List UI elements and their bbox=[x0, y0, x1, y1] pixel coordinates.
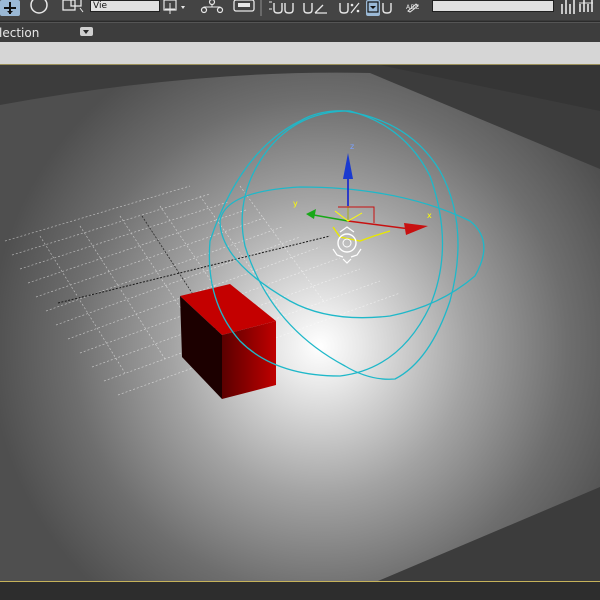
spinner-icon bbox=[367, 1, 379, 13]
scale-box-icon bbox=[62, 0, 84, 13]
edit-named-selection-button[interactable] bbox=[380, 0, 394, 16]
move-arrows-icon bbox=[4, 2, 16, 14]
select-and-link-button[interactable] bbox=[198, 0, 226, 16]
align-bars-icon bbox=[561, 0, 593, 14]
chevron-down-icon bbox=[83, 30, 89, 34]
ground-plane bbox=[0, 72, 600, 581]
ribbon-tab-strip bbox=[0, 42, 600, 65]
ribbon-panel: lection bbox=[0, 22, 600, 43]
percent-snap-icon bbox=[339, 2, 360, 14]
percent-snap-button[interactable] bbox=[336, 0, 362, 16]
keyboard-icon bbox=[233, 0, 255, 12]
status-bar bbox=[0, 582, 600, 600]
magnet-snap-icon bbox=[269, 1, 294, 14]
rotate-circle-icon bbox=[30, 0, 48, 14]
hierarchy-link-icon bbox=[200, 0, 224, 14]
ribbon-expand-button[interactable] bbox=[80, 27, 93, 36]
axis-x-label: x bbox=[427, 211, 432, 220]
toolbar-separator bbox=[260, 0, 262, 16]
select-and-rotate-button[interactable] bbox=[28, 0, 50, 16]
axis-y-label: y bbox=[293, 199, 298, 208]
spinner-snap-button[interactable] bbox=[366, 0, 380, 16]
ribbon-panel-label: lection bbox=[0, 26, 40, 40]
spell-check-label: ABC bbox=[406, 4, 420, 11]
select-and-move-button[interactable] bbox=[0, 0, 20, 16]
mirror-align-button[interactable] bbox=[558, 0, 600, 16]
viewport-scene: z y x bbox=[0, 65, 600, 581]
named-selection-sets-field[interactable] bbox=[432, 0, 554, 12]
angle-snap-icon bbox=[303, 3, 327, 14]
keyboard-shortcut-button[interactable] bbox=[232, 0, 256, 16]
select-and-scale-button[interactable] bbox=[60, 0, 86, 16]
main-toolbar: Vie ABC bbox=[0, 0, 600, 21]
snaps-toggle-button[interactable] bbox=[268, 0, 298, 16]
angle-snap-button[interactable] bbox=[300, 0, 330, 16]
pivot-center-icon bbox=[163, 0, 185, 14]
magnet-small-icon bbox=[382, 3, 392, 14]
reference-coordinate-dropdown[interactable]: Vie bbox=[90, 0, 160, 12]
pivot-point-button[interactable] bbox=[160, 0, 190, 16]
reference-coordinate-value: Vie bbox=[93, 1, 107, 11]
perspective-viewport[interactable]: z y x bbox=[0, 64, 600, 582]
axis-z-label: z bbox=[350, 142, 354, 151]
